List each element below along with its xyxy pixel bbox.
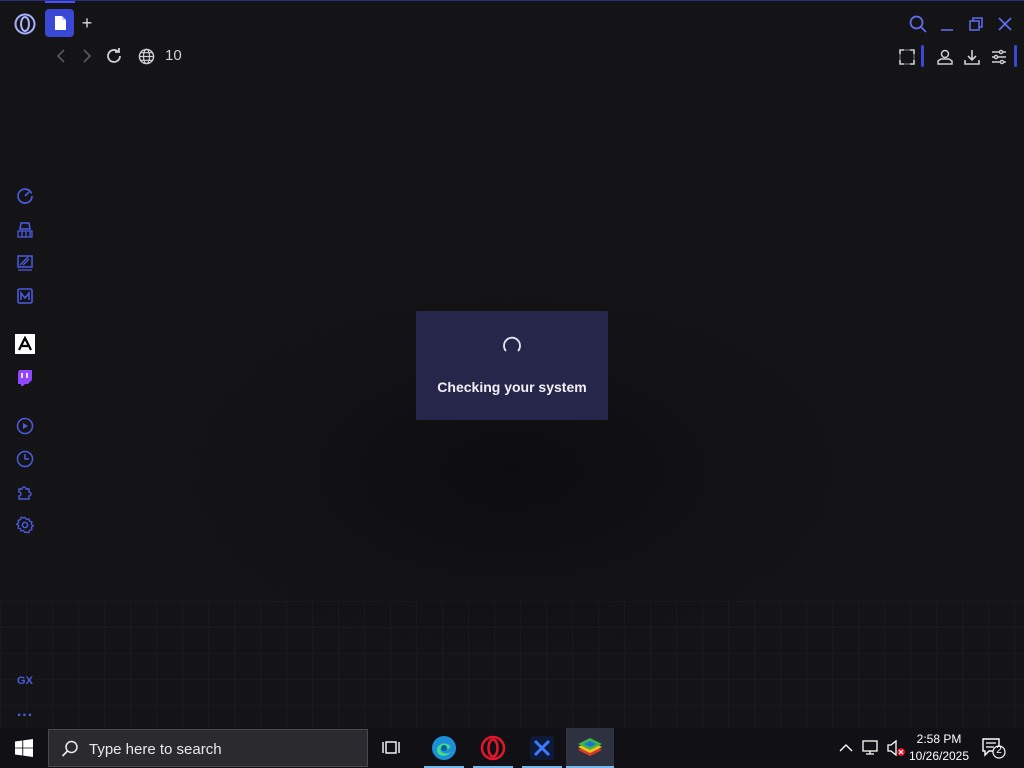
minimize-icon[interactable] (937, 14, 957, 34)
opera-icon[interactable] (473, 728, 513, 768)
spinner-icon (503, 336, 521, 352)
address-bar[interactable]: 10 (165, 47, 182, 64)
edge-icon[interactable] (424, 728, 464, 768)
extensions-icon[interactable] (14, 481, 36, 503)
active-tab-indicator (45, 1, 75, 3)
easy-setup-icon[interactable] (989, 47, 1009, 67)
network-icon[interactable] (861, 739, 881, 757)
x-app-icon[interactable] (522, 728, 562, 768)
notification-center-icon[interactable]: 2 (980, 736, 1006, 760)
back-icon[interactable] (52, 47, 70, 65)
download-icon[interactable] (962, 47, 982, 67)
notification-count: 2 (996, 745, 1002, 756)
windows-taskbar: Type here to search 2:58 PM 10/26/2025 2 (0, 728, 1024, 768)
settings-icon[interactable] (14, 514, 36, 536)
history-icon[interactable] (14, 448, 36, 470)
mail-icon[interactable] (14, 285, 36, 307)
player-icon[interactable] (14, 415, 36, 437)
bluestacks-icon[interactable] (566, 728, 614, 768)
account-icon[interactable] (935, 47, 955, 67)
active-tab[interactable] (45, 9, 74, 37)
windows-start-button[interactable] (0, 728, 48, 768)
search-placeholder: Type here to search (89, 741, 222, 758)
close-icon[interactable] (995, 14, 1015, 34)
restore-icon[interactable] (966, 14, 986, 34)
search-tabs-icon[interactable] (908, 14, 928, 34)
opera-logo-icon[interactable] (13, 12, 37, 36)
clock-date[interactable]: 10/26/2025 (906, 749, 972, 763)
windows-logo-icon (15, 739, 33, 757)
reload-icon[interactable] (104, 47, 124, 65)
forward-icon[interactable] (78, 47, 96, 65)
twitch-icon[interactable] (14, 367, 36, 389)
gx-corner-icon[interactable] (14, 252, 36, 274)
volume-muted-icon[interactable] (886, 739, 906, 757)
new-tab-button[interactable]: + (78, 13, 96, 33)
sidebar-more-button[interactable]: ... (14, 701, 36, 723)
loading-message: Checking your system (437, 379, 587, 395)
chevron-up-icon[interactable] (838, 740, 854, 756)
toolbar-separator (921, 45, 924, 67)
loading-dialog: Checking your system (416, 311, 608, 420)
search-icon (61, 740, 78, 757)
gx-control-icon[interactable] (14, 185, 36, 207)
toolbar-separator (1014, 45, 1017, 67)
background-grid-floor (0, 601, 1024, 729)
opera-gx-window: + 10 GX ... Checking your system (0, 0, 1024, 729)
document-icon (54, 16, 66, 30)
snapshot-icon[interactable] (897, 47, 917, 67)
globe-icon[interactable] (137, 47, 155, 65)
task-view-icon[interactable] (372, 728, 412, 768)
aria-icon[interactable] (15, 334, 35, 354)
gx-label[interactable]: GX (14, 670, 36, 692)
taskbar-search-box[interactable]: Type here to search (48, 729, 368, 767)
clock-time[interactable]: 2:58 PM (910, 732, 968, 746)
gx-cleaner-icon[interactable] (14, 219, 36, 241)
